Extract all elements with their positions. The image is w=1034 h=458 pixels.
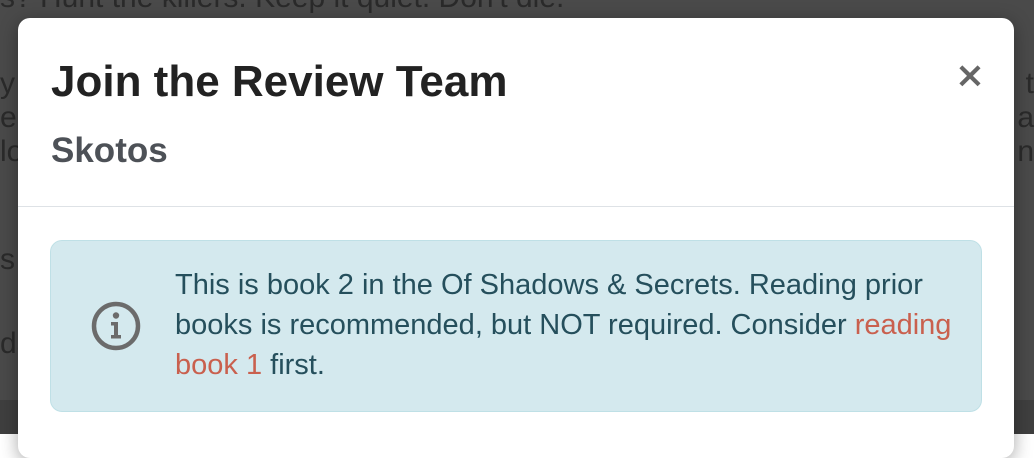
close-button[interactable]: × bbox=[952, 56, 988, 96]
alert-message: This is book 2 in the Of Shadows & Secre… bbox=[175, 265, 965, 385]
background-text-fragment: a bbox=[1017, 101, 1034, 134]
background-text-fragment: t bbox=[1025, 67, 1034, 100]
modal-subtitle: Skotos bbox=[51, 131, 168, 170]
info-alert: This is book 2 in the Of Shadows & Secre… bbox=[50, 240, 982, 412]
background-text-line: s? Hunt the killers. Keep it quiet. Don'… bbox=[0, 0, 1034, 16]
alert-text-end: first. bbox=[262, 349, 325, 381]
modal-title: Join the Review Team bbox=[51, 57, 508, 106]
modal-header: Join the Review Team Skotos × bbox=[18, 18, 1014, 207]
alert-text: This is book 2 in the Of Shadows & Secre… bbox=[175, 269, 923, 341]
background-text-fragment: n bbox=[1017, 135, 1034, 168]
info-circle-icon bbox=[91, 301, 141, 351]
review-team-modal: Join the Review Team Skotos × This is bo… bbox=[18, 18, 1014, 458]
